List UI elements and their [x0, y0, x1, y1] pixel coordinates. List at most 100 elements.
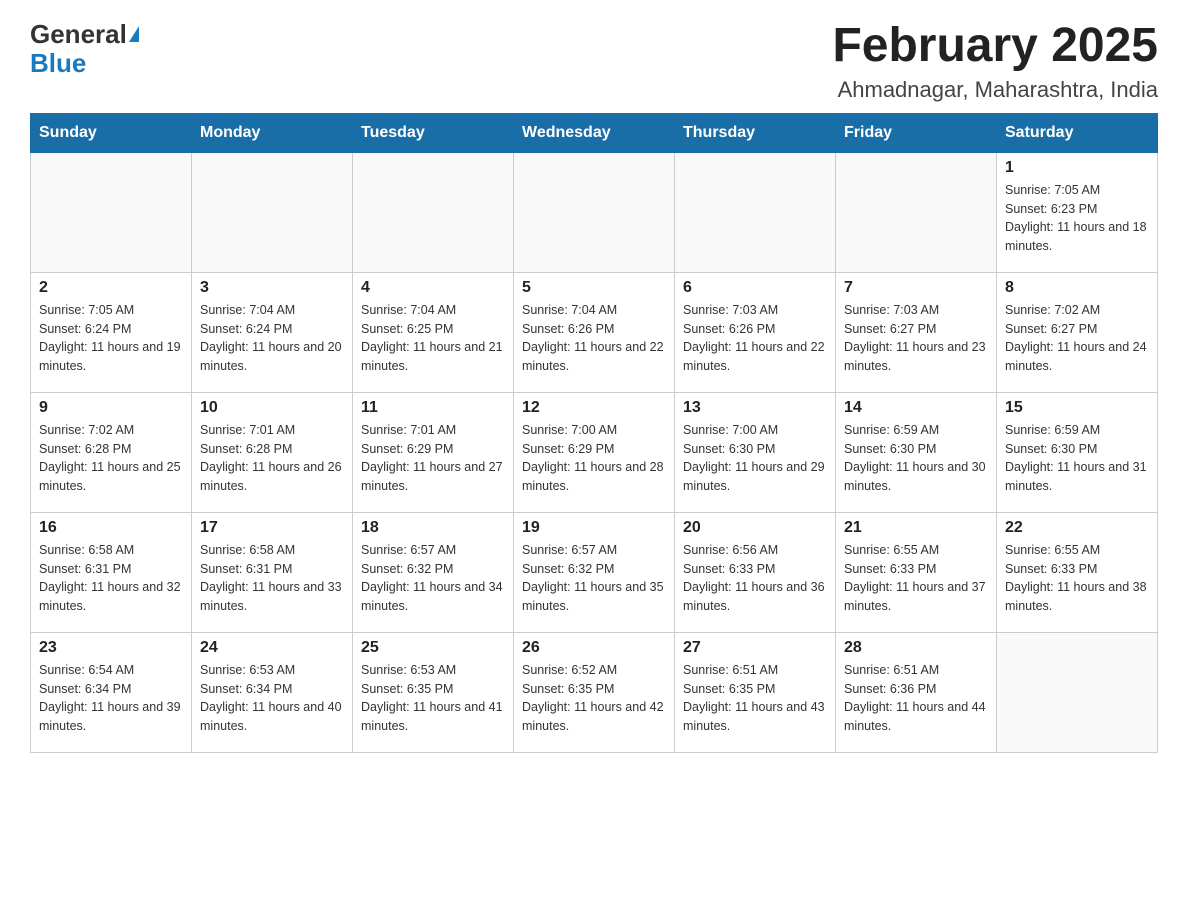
- day-info: Sunrise: 6:58 AMSunset: 6:31 PMDaylight:…: [39, 541, 183, 616]
- calendar-day-cell: [675, 152, 836, 272]
- header-sunday: Sunday: [31, 113, 192, 152]
- day-number: 27: [683, 639, 827, 657]
- calendar-body: 1 Sunrise: 7:05 AMSunset: 6:23 PMDaylight…: [31, 152, 1158, 752]
- calendar-week-row: 2Sunrise: 7:05 AMSunset: 6:24 PMDaylight…: [31, 272, 1158, 392]
- day-info: Sunrise: 6:57 AMSunset: 6:32 PMDaylight:…: [361, 541, 505, 616]
- day-info: Sunrise: 6:53 AMSunset: 6:34 PMDaylight:…: [200, 661, 344, 736]
- calendar-day-cell: [192, 152, 353, 272]
- calendar-header: Sunday Monday Tuesday Wednesday Thursday…: [31, 113, 1158, 152]
- calendar-day-cell: [31, 152, 192, 272]
- header-saturday: Saturday: [997, 113, 1158, 152]
- calendar-day-cell: 14Sunrise: 6:59 AMSunset: 6:30 PMDayligh…: [836, 392, 997, 512]
- day-info: Sunrise: 6:57 AMSunset: 6:32 PMDaylight:…: [522, 541, 666, 616]
- day-number: 10: [200, 399, 344, 417]
- day-number: 9: [39, 399, 183, 417]
- day-number: 6: [683, 279, 827, 297]
- calendar-day-cell: 13 Sunrise: 7:00 AMSunset: 6:30 PMDayligh…: [675, 392, 836, 512]
- day-number: 18: [361, 519, 505, 537]
- day-number: 22: [1005, 519, 1149, 537]
- day-info: Sunrise: 6:54 AMSunset: 6:34 PMDaylight:…: [39, 661, 183, 736]
- day-info: Sunrise: 6:55 AMSunset: 6:33 PMDaylight:…: [844, 541, 988, 616]
- day-info: Sunrise: 6:51 AMSunset: 6:35 PMDaylight:…: [683, 661, 827, 736]
- day-info: Sunrise: 7:02 AMSunset: 6:28 PMDaylight:…: [39, 421, 183, 496]
- day-info: Sunrise: 7:01 AMSunset: 6:28 PMDaylight:…: [200, 421, 344, 496]
- day-number: 25: [361, 639, 505, 657]
- calendar-day-cell: 8 Sunrise: 7:02 AMSunset: 6:27 PMDaylight…: [997, 272, 1158, 392]
- day-info: Sunrise: 7:03 AMSunset: 6:26 PMDaylight:…: [683, 301, 827, 376]
- calendar-day-cell: 25 Sunrise: 6:53 AMSunset: 6:35 PMDayligh…: [353, 632, 514, 752]
- calendar-day-cell: 26 Sunrise: 6:52 AMSunset: 6:35 PMDayligh…: [514, 632, 675, 752]
- day-number: 19: [522, 519, 666, 537]
- calendar-day-cell: 3Sunrise: 7:04 AMSunset: 6:24 PMDaylight…: [192, 272, 353, 392]
- day-info: Sunrise: 6:58 AMSunset: 6:31 PMDaylight:…: [200, 541, 344, 616]
- calendar-day-cell: 11 Sunrise: 7:01 AMSunset: 6:29 PMDayligh…: [353, 392, 514, 512]
- day-number: 5: [522, 279, 666, 297]
- day-number: 1: [1005, 159, 1149, 177]
- calendar-day-cell: 17 Sunrise: 6:58 AMSunset: 6:31 PMDayligh…: [192, 512, 353, 632]
- day-number: 11: [361, 399, 505, 417]
- day-info: Sunrise: 7:02 AMSunset: 6:27 PMDaylight:…: [1005, 301, 1149, 376]
- calendar-day-cell: 9 Sunrise: 7:02 AMSunset: 6:28 PMDaylight…: [31, 392, 192, 512]
- header-tuesday: Tuesday: [353, 113, 514, 152]
- calendar-day-cell: [836, 152, 997, 272]
- day-number: 23: [39, 639, 183, 657]
- calendar-day-cell: 21 Sunrise: 6:55 AMSunset: 6:33 PMDayligh…: [836, 512, 997, 632]
- calendar-subtitle: Ahmadnagar, Maharashtra, India: [832, 77, 1158, 103]
- day-info: Sunrise: 6:52 AMSunset: 6:35 PMDaylight:…: [522, 661, 666, 736]
- day-number: 8: [1005, 279, 1149, 297]
- calendar-day-cell: 16Sunrise: 6:58 AMSunset: 6:31 PMDayligh…: [31, 512, 192, 632]
- calendar-day-cell: 22Sunrise: 6:55 AMSunset: 6:33 PMDayligh…: [997, 512, 1158, 632]
- day-info: Sunrise: 7:04 AMSunset: 6:24 PMDaylight:…: [200, 301, 344, 376]
- calendar-day-cell: 20Sunrise: 6:56 AMSunset: 6:33 PMDayligh…: [675, 512, 836, 632]
- calendar-day-cell: 18 Sunrise: 6:57 AMSunset: 6:32 PMDayligh…: [353, 512, 514, 632]
- logo: General Blue: [30, 20, 139, 77]
- calendar-day-cell: 24 Sunrise: 6:53 AMSunset: 6:34 PMDayligh…: [192, 632, 353, 752]
- day-info: Sunrise: 6:56 AMSunset: 6:33 PMDaylight:…: [683, 541, 827, 616]
- day-number: 13: [683, 399, 827, 417]
- calendar-day-cell: [997, 632, 1158, 752]
- header-friday: Friday: [836, 113, 997, 152]
- calendar-table: Sunday Monday Tuesday Wednesday Thursday…: [30, 113, 1158, 753]
- day-number: 21: [844, 519, 988, 537]
- calendar-day-cell: 2Sunrise: 7:05 AMSunset: 6:24 PMDaylight…: [31, 272, 192, 392]
- day-number: 24: [200, 639, 344, 657]
- logo-general-text: General: [30, 20, 127, 49]
- calendar-week-row: 23 Sunrise: 6:54 AMSunset: 6:34 PMDayligh…: [31, 632, 1158, 752]
- day-info: Sunrise: 7:05 AMSunset: 6:24 PMDaylight:…: [39, 301, 183, 376]
- weekday-header-row: Sunday Monday Tuesday Wednesday Thursday…: [31, 113, 1158, 152]
- day-info: Sunrise: 6:51 AMSunset: 6:36 PMDaylight:…: [844, 661, 988, 736]
- day-info: Sunrise: 7:00 AMSunset: 6:29 PMDaylight:…: [522, 421, 666, 496]
- day-info: Sunrise: 7:01 AMSunset: 6:29 PMDaylight:…: [361, 421, 505, 496]
- day-number: 28: [844, 639, 988, 657]
- day-number: 26: [522, 639, 666, 657]
- day-info: Sunrise: 7:00 AMSunset: 6:30 PMDaylight:…: [683, 421, 827, 496]
- calendar-day-cell: [353, 152, 514, 272]
- day-number: 12: [522, 399, 666, 417]
- day-number: 4: [361, 279, 505, 297]
- calendar-day-cell: 4 Sunrise: 7:04 AMSunset: 6:25 PMDaylight…: [353, 272, 514, 392]
- header-monday: Monday: [192, 113, 353, 152]
- day-number: 17: [200, 519, 344, 537]
- logo-triangle-icon: [129, 26, 139, 42]
- day-number: 15: [1005, 399, 1149, 417]
- calendar-day-cell: 23 Sunrise: 6:54 AMSunset: 6:34 PMDayligh…: [31, 632, 192, 752]
- day-info: Sunrise: 6:59 AMSunset: 6:30 PMDaylight:…: [844, 421, 988, 496]
- day-info: Sunrise: 7:04 AMSunset: 6:26 PMDaylight:…: [522, 301, 666, 376]
- header-thursday: Thursday: [675, 113, 836, 152]
- calendar-day-cell: [514, 152, 675, 272]
- day-info: Sunrise: 6:53 AMSunset: 6:35 PMDaylight:…: [361, 661, 505, 736]
- day-info: Sunrise: 7:04 AMSunset: 6:25 PMDaylight:…: [361, 301, 505, 376]
- calendar-day-cell: 5 Sunrise: 7:04 AMSunset: 6:26 PMDaylight…: [514, 272, 675, 392]
- logo-blue-text: Blue: [30, 49, 86, 78]
- calendar-week-row: 1 Sunrise: 7:05 AMSunset: 6:23 PMDaylight…: [31, 152, 1158, 272]
- calendar-day-cell: 28 Sunrise: 6:51 AMSunset: 6:36 PMDayligh…: [836, 632, 997, 752]
- calendar-day-cell: 7Sunrise: 7:03 AMSunset: 6:27 PMDaylight…: [836, 272, 997, 392]
- day-info: Sunrise: 6:59 AMSunset: 6:30 PMDaylight:…: [1005, 421, 1149, 496]
- calendar-day-cell: 19 Sunrise: 6:57 AMSunset: 6:32 PMDayligh…: [514, 512, 675, 632]
- title-section: February 2025 Ahmadnagar, Maharashtra, I…: [832, 20, 1158, 103]
- calendar-day-cell: 10 Sunrise: 7:01 AMSunset: 6:28 PMDayligh…: [192, 392, 353, 512]
- day-info: Sunrise: 7:05 AMSunset: 6:23 PMDaylight:…: [1005, 181, 1149, 256]
- calendar-week-row: 16Sunrise: 6:58 AMSunset: 6:31 PMDayligh…: [31, 512, 1158, 632]
- page-header: General Blue February 2025 Ahmadnagar, M…: [30, 20, 1158, 103]
- day-info: Sunrise: 7:03 AMSunset: 6:27 PMDaylight:…: [844, 301, 988, 376]
